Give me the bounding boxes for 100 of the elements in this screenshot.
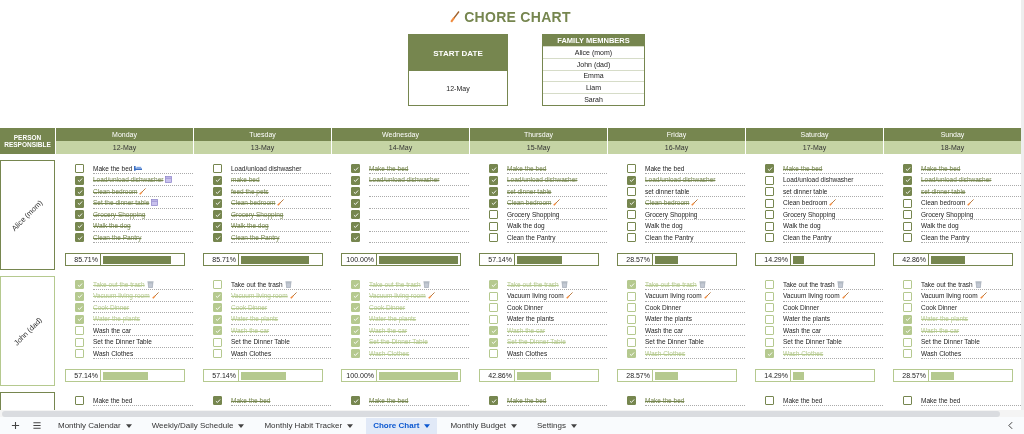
checkbox[interactable] bbox=[489, 303, 498, 313]
checkbox[interactable] bbox=[627, 221, 636, 231]
checkbox[interactable] bbox=[765, 349, 774, 359]
horizontal-scrollbar[interactable] bbox=[0, 410, 1024, 417]
checkbox[interactable] bbox=[351, 221, 360, 231]
sheet-tab[interactable]: Monthly Budget bbox=[443, 417, 524, 434]
checkbox[interactable] bbox=[351, 233, 360, 243]
checkbox[interactable] bbox=[213, 164, 222, 174]
checkbox[interactable] bbox=[903, 396, 912, 406]
sheet-tab[interactable]: Monthly Calendar bbox=[51, 417, 139, 434]
checkbox[interactable] bbox=[75, 280, 84, 290]
sheet-tab[interactable]: Weekly/Daily Schedule bbox=[144, 417, 252, 434]
checkbox[interactable] bbox=[489, 396, 498, 406]
checkbox[interactable] bbox=[627, 164, 636, 174]
checkbox[interactable] bbox=[75, 233, 84, 243]
checkbox[interactable] bbox=[75, 349, 84, 359]
checkbox[interactable] bbox=[627, 175, 636, 185]
checkbox[interactable] bbox=[351, 198, 360, 208]
checkbox[interactable] bbox=[489, 280, 498, 290]
checkbox[interactable] bbox=[351, 314, 360, 324]
checkbox[interactable] bbox=[75, 396, 84, 406]
checkbox[interactable] bbox=[489, 221, 498, 231]
checkbox[interactable] bbox=[213, 233, 222, 243]
checkbox[interactable] bbox=[351, 349, 360, 359]
checkbox[interactable] bbox=[765, 233, 774, 243]
checkbox[interactable] bbox=[765, 291, 774, 301]
checkbox[interactable] bbox=[213, 337, 222, 347]
checkbox[interactable] bbox=[351, 175, 360, 185]
checkbox[interactable] bbox=[489, 198, 498, 208]
checkbox[interactable] bbox=[351, 164, 360, 174]
checkbox[interactable] bbox=[489, 187, 498, 197]
checkbox[interactable] bbox=[765, 164, 774, 174]
checkbox[interactable] bbox=[75, 314, 84, 324]
checkbox[interactable] bbox=[903, 187, 912, 197]
checkbox[interactable] bbox=[903, 233, 912, 243]
checkbox[interactable] bbox=[75, 337, 84, 347]
checkbox[interactable] bbox=[627, 187, 636, 197]
checkbox[interactable] bbox=[627, 314, 636, 324]
checkbox[interactable] bbox=[765, 337, 774, 347]
checkbox[interactable] bbox=[903, 280, 912, 290]
checkbox[interactable] bbox=[903, 337, 912, 347]
checkbox[interactable] bbox=[627, 303, 636, 313]
checkbox[interactable] bbox=[351, 210, 360, 220]
checkbox[interactable] bbox=[903, 210, 912, 220]
checkbox[interactable] bbox=[765, 314, 774, 324]
checkbox[interactable] bbox=[765, 303, 774, 313]
sheet-tab[interactable]: Monthly Habit Tracker bbox=[257, 417, 361, 434]
checkbox[interactable] bbox=[489, 233, 498, 243]
checkbox[interactable] bbox=[627, 233, 636, 243]
scrollbar-thumb[interactable] bbox=[2, 411, 1000, 417]
checkbox[interactable] bbox=[627, 291, 636, 301]
checkbox[interactable] bbox=[75, 326, 84, 336]
checkbox[interactable] bbox=[765, 221, 774, 231]
checkbox[interactable] bbox=[627, 396, 636, 406]
checkbox[interactable] bbox=[765, 396, 774, 406]
checkbox[interactable] bbox=[351, 337, 360, 347]
checkbox[interactable] bbox=[903, 198, 912, 208]
checkbox[interactable] bbox=[213, 303, 222, 313]
checkbox[interactable] bbox=[627, 337, 636, 347]
checkbox[interactable] bbox=[351, 303, 360, 313]
checkbox[interactable] bbox=[213, 187, 222, 197]
checkbox[interactable] bbox=[489, 326, 498, 336]
checkbox[interactable] bbox=[213, 349, 222, 359]
checkbox[interactable] bbox=[903, 303, 912, 313]
checkbox[interactable] bbox=[75, 175, 84, 185]
checkbox[interactable] bbox=[213, 198, 222, 208]
checkbox[interactable] bbox=[903, 164, 912, 174]
checkbox[interactable] bbox=[627, 210, 636, 220]
checkbox[interactable] bbox=[903, 326, 912, 336]
checkbox[interactable] bbox=[75, 187, 84, 197]
checkbox[interactable] bbox=[489, 291, 498, 301]
checkbox[interactable] bbox=[765, 187, 774, 197]
checkbox[interactable] bbox=[903, 314, 912, 324]
checkbox[interactable] bbox=[213, 291, 222, 301]
sheet-tab[interactable]: Settings bbox=[530, 417, 584, 434]
checkbox[interactable] bbox=[903, 349, 912, 359]
checkbox[interactable] bbox=[489, 210, 498, 220]
checkbox[interactable] bbox=[489, 349, 498, 359]
checkbox[interactable] bbox=[75, 198, 84, 208]
checkbox[interactable] bbox=[213, 314, 222, 324]
checkbox[interactable] bbox=[213, 326, 222, 336]
checkbox[interactable] bbox=[765, 280, 774, 290]
checkbox[interactable] bbox=[351, 396, 360, 406]
checkbox[interactable] bbox=[765, 210, 774, 220]
checkbox[interactable] bbox=[489, 175, 498, 185]
checkbox[interactable] bbox=[213, 175, 222, 185]
checkbox[interactable] bbox=[627, 198, 636, 208]
checkbox[interactable] bbox=[903, 221, 912, 231]
checkbox[interactable] bbox=[627, 326, 636, 336]
checkbox[interactable] bbox=[213, 210, 222, 220]
checkbox[interactable] bbox=[75, 210, 84, 220]
checkbox[interactable] bbox=[75, 303, 84, 313]
checkbox[interactable] bbox=[213, 221, 222, 231]
checkbox[interactable] bbox=[903, 175, 912, 185]
scroll-left-icon[interactable] bbox=[1005, 421, 1016, 430]
checkbox[interactable] bbox=[765, 326, 774, 336]
checkbox[interactable] bbox=[489, 337, 498, 347]
checkbox[interactable] bbox=[489, 314, 498, 324]
checkbox[interactable] bbox=[213, 396, 222, 406]
checkbox[interactable] bbox=[75, 221, 84, 231]
